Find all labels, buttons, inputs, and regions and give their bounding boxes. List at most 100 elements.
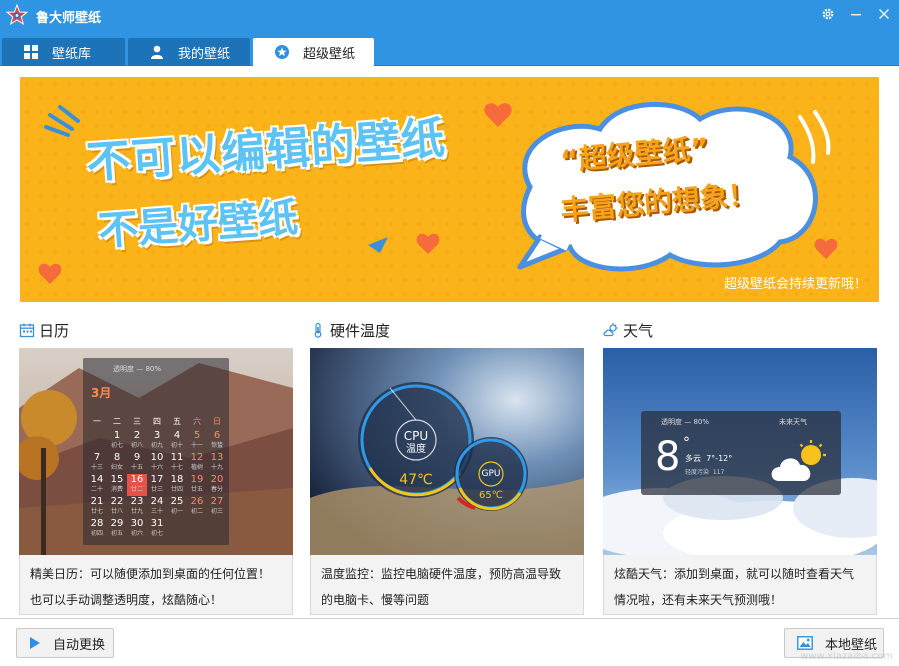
description-line: 情况啦，还有未来天气预测哦！	[614, 593, 783, 607]
calendar-day: 20 春分	[210, 474, 224, 493]
banner-note: 超级壁纸会持续更新哦！	[723, 277, 867, 292]
promo-banner[interactable]: 不可以编辑的壁纸 不是好壁纸 “超级壁纸” 丰富您的想象！ 超级壁纸会持续更新哦…	[20, 77, 879, 302]
calendar-day: 22 廿八	[110, 496, 124, 515]
cpu-label: CPU 温度	[403, 429, 429, 456]
tab-label: 超级壁纸	[303, 46, 356, 62]
calendar-day: 6 惊蛰	[210, 430, 223, 449]
calendar-day: 1 初七	[110, 430, 123, 449]
calendar-day: 10 十六	[150, 452, 164, 471]
calendar-day	[167, 518, 187, 540]
calendar-week-row: 21 廿七 22 廿八 23 廿九 24 三十 25 初一 26 初二 27 初三	[87, 496, 227, 518]
card-header: 硬件温度	[310, 318, 584, 342]
calendar-week-row: 1 初七 2 初八 3 初九 4 初十 5 十一 6 惊蛰	[87, 430, 227, 452]
calendar-day: 30 初六	[130, 518, 144, 537]
description-line: 温度监控：监控电脑硬件温度，预防高温导致	[321, 567, 562, 581]
calendar-day: 19 廿五	[190, 474, 204, 493]
close-icon[interactable]	[873, 4, 895, 24]
calendar-weekday: 日	[213, 417, 221, 426]
calendar-weekday: 六	[193, 417, 201, 426]
minimize-icon[interactable]	[845, 4, 867, 24]
button-label: 自动更换	[53, 637, 106, 653]
calendar-day: 15 消费	[110, 474, 124, 493]
degree-symbol: °	[683, 435, 690, 451]
play-icon	[30, 637, 40, 649]
calendar-day	[187, 518, 207, 540]
calendar-day: 21 廿七	[90, 496, 104, 515]
card-description: 精美日历：可以随便添加到桌面的任何位置！ 也可以手动调整透明度，炫酷随心！	[19, 555, 293, 615]
calendar-day	[87, 430, 107, 452]
calendar-day: 8 妇女	[110, 452, 123, 471]
card-title: 硬件温度	[330, 321, 391, 340]
user-icon	[151, 45, 163, 59]
calendar-day: 16 廿二	[127, 474, 147, 496]
calendar-weekday: 五	[173, 417, 181, 426]
calendar-icon	[19, 323, 35, 338]
calendar-day: 17 廿三	[150, 474, 164, 493]
calendar-day: 31 初七	[150, 518, 164, 537]
footer-bar: 自动更换 本地壁纸 www.xiazaiba.com	[0, 618, 899, 666]
calendar-day: 23 廿九	[130, 496, 144, 515]
calendar-day: 28 初四	[90, 518, 104, 537]
calendar-week-row: 28 初四 29 初五 30 初六 31 初七	[87, 518, 227, 540]
calendar-widget: 透明度 — 80% 3月 一 二 三 四 五 六 日 1 初七 2 初八 3 初九 4 初十 5 十一 6 惊蛰 7 十…	[83, 358, 229, 545]
calendar-day: 24 三十	[150, 496, 164, 515]
calendar-day: 7 十三	[90, 452, 103, 471]
star-badge-icon	[275, 45, 289, 59]
weather-condition: 多云 7°-12°	[685, 454, 733, 463]
partly-cloudy-icon	[771, 440, 826, 481]
cpu-temperature: 47℃	[399, 472, 433, 488]
tab-wallpaper-library[interactable]: 壁纸库	[2, 38, 125, 66]
watermark: www.xiazaiba.com	[800, 651, 893, 662]
star-logo-icon	[6, 4, 28, 26]
gpu-temperature: 65℃	[479, 490, 503, 501]
tab-bar: 壁纸库 我的壁纸 超级壁纸	[2, 38, 377, 66]
calendar-day	[207, 518, 227, 540]
tab-super-wallpaper[interactable]: 超级壁纸	[253, 38, 374, 66]
description-line: 炫酷天气：添加到桌面，就可以随时查看天气	[614, 567, 855, 581]
button-label: 本地壁纸	[825, 637, 878, 653]
gpu-label: GPU	[481, 469, 501, 479]
calendar-day: 25 初一	[170, 496, 184, 515]
calendar-weekday-row: 一二三四五六日	[87, 416, 227, 430]
calendar-weekday: 三	[133, 417, 141, 426]
calendar-week-row: 14 二十 15 消费 16 廿二 17 廿三 18 廿四 19 廿五 20 春分	[87, 474, 227, 496]
galaxy-background-image	[310, 348, 584, 555]
calendar-grid: 一 二 三 四 五 六 日 1 初七 2 初八 3 初九 4 初十 5 十一 6 惊蛰 7 十三 8 妇女 9 十五 10 十六 11…	[87, 416, 227, 540]
auto-change-button[interactable]: 自动更换	[16, 628, 114, 658]
opacity-label: 透明度 — 80%	[661, 418, 710, 426]
calendar-day: 26 初二	[190, 496, 204, 515]
description-line: 也可以手动调整透明度，炫酷随心！	[30, 593, 223, 607]
tab-label: 壁纸库	[52, 46, 92, 62]
current-temperature: 8	[655, 434, 681, 480]
calendar-day: 11 十七	[170, 452, 184, 471]
card-title: 天气	[623, 321, 654, 340]
calendar-day: 4 初十	[170, 430, 183, 449]
card-header: 天气	[603, 318, 877, 342]
calendar-day: 29 初五	[110, 518, 124, 537]
description-line: 的电脑卡、慢等问题	[321, 593, 430, 607]
calendar-month: 3月	[91, 386, 112, 400]
calendar-day: 5 十一	[190, 430, 203, 449]
calendar-day: 18 廿四	[170, 474, 184, 493]
card-header: 日历	[19, 318, 293, 342]
weather-preview: 透明度 — 80% 未来天气 8 ° 多云 7°-12° 轻度污染 117	[603, 348, 877, 555]
tab-my-wallpaper[interactable]: 我的壁纸	[128, 38, 250, 66]
weather-card[interactable]: 天气 透明度 — 80% 未来天气 8 ° 多云 7°-12° 轻度污染 117…	[603, 318, 877, 615]
gear-icon[interactable]	[817, 4, 839, 24]
calendar-day: 3 初九	[150, 430, 163, 449]
calendar-day: 27 初三	[210, 496, 224, 515]
weather-widget: 透明度 — 80% 未来天气 8 ° 多云 7°-12° 轻度污染 117	[641, 411, 841, 495]
future-weather-label: 未来天气	[779, 418, 807, 426]
weather-icon	[603, 323, 618, 337]
image-icon	[797, 636, 813, 650]
temperature-card[interactable]: 硬件温度 CPU 温度 47℃ GPU 65℃ 温度监控：监控电脑硬件温度，预防…	[310, 318, 584, 615]
calendar-day: 9 十五	[130, 452, 143, 471]
calendar-day: 14 二十	[90, 474, 104, 493]
calendar-day: 12 植树	[190, 452, 204, 471]
calendar-weekday: 四	[153, 417, 161, 426]
card-title: 日历	[39, 321, 70, 340]
tab-label: 我的壁纸	[178, 46, 231, 62]
calendar-week-row: 7 十三 8 妇女 9 十五 10 十六 11 十七 12 植树 13 十九	[87, 452, 227, 474]
app-title: 鲁大师壁纸	[36, 11, 102, 26]
calendar-card[interactable]: 日历 透明度 — 80% 3月 一 二 三 四 五 六 日 1 初七 2 初八 3 初九 4 初十 5 十一 6 惊…	[19, 318, 293, 615]
